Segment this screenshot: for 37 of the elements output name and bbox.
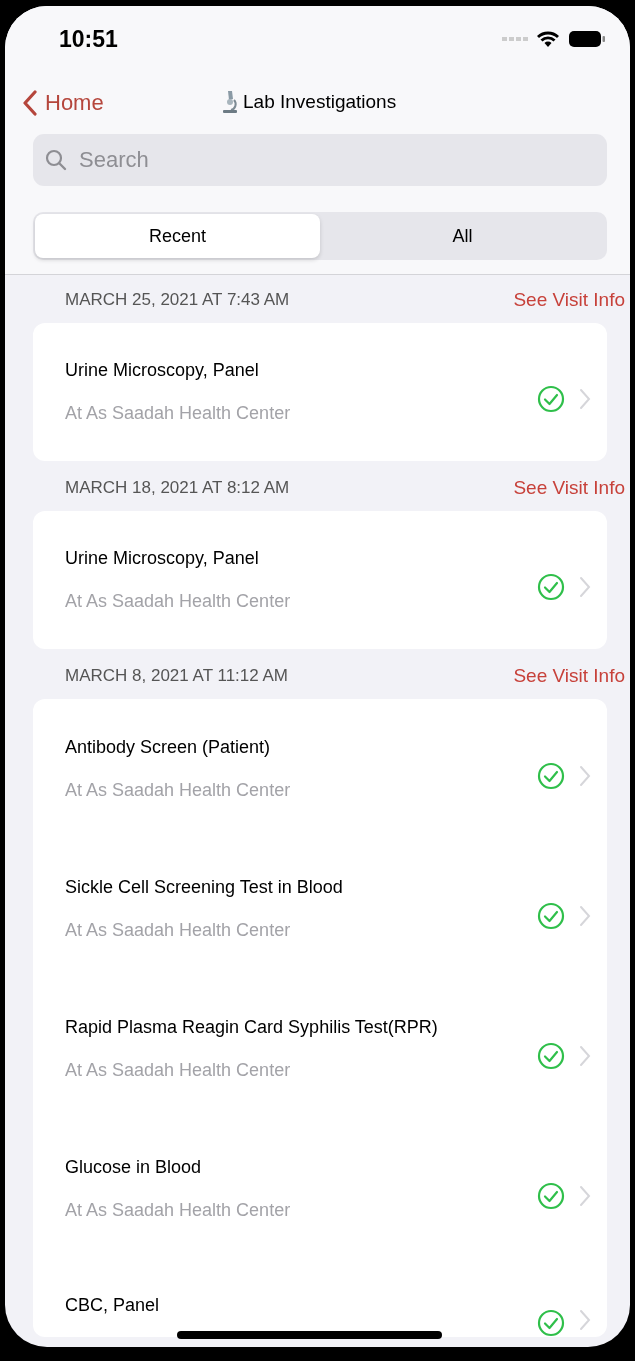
- back-button[interactable]: Home: [5, 90, 104, 116]
- test-name: CBC, Panel: [65, 1295, 161, 1316]
- test-name: Urine Microscopy, Panel: [65, 360, 260, 381]
- test-name: Glucose in Blood: [65, 1157, 203, 1178]
- status-time: 10:51: [59, 25, 118, 53]
- see-visit-info-link[interactable]: See Visit Info: [513, 477, 625, 499]
- test-name: Urine Microscopy, Panel: [65, 548, 260, 569]
- segment-tab[interactable]: Recent: [35, 214, 320, 258]
- see-visit-info-link[interactable]: See Visit Info: [513, 665, 625, 687]
- see-visit-info-link[interactable]: See Visit Info: [513, 289, 625, 311]
- chevron-right-icon: [579, 765, 591, 787]
- wifi-icon: [536, 30, 560, 48]
- microscope-icon: [221, 90, 239, 114]
- chevron-left-icon: [23, 90, 37, 116]
- test-location: At As Saadah Health Center: [65, 1060, 292, 1081]
- test-location: At As Saadah Health Center: [65, 920, 292, 941]
- visit-date: MARCH 8, 2021 AT 11:12 AM: [64, 666, 288, 686]
- battery-icon: [568, 30, 606, 48]
- test-name: Sickle Cell Screening Test in Blood: [65, 877, 344, 898]
- chevron-right-icon: [579, 1185, 591, 1207]
- test-name: Rapid Plasma Reagin Card Syphilis Test(RPR): [65, 1017, 439, 1038]
- chevron-right-icon: [579, 576, 591, 598]
- visit-date: MARCH 18, 2021 AT 8:12 AM: [64, 478, 290, 498]
- screen-title: Lab Investigations: [243, 91, 397, 113]
- test-location: At As Saadah Health Center: [65, 403, 292, 424]
- test-name: Antibody Screen (Patient): [65, 737, 272, 758]
- test-location: At As Saadah Health Center: [65, 780, 292, 801]
- segment-tab[interactable]: All: [320, 214, 605, 258]
- chevron-right-icon: [579, 1309, 591, 1331]
- chevron-right-icon: [579, 1045, 591, 1067]
- test-location: At As Saadah Health Center: [65, 591, 292, 612]
- search-field[interactable]: Search: [33, 134, 607, 186]
- chevron-right-icon: [579, 905, 591, 927]
- test-location: At As Saadah Health Center: [65, 1200, 292, 1221]
- chevron-right-icon: [579, 388, 591, 410]
- visit-date: MARCH 25, 2021 AT 7:43 AM: [64, 290, 290, 310]
- signal-icon: [502, 36, 528, 42]
